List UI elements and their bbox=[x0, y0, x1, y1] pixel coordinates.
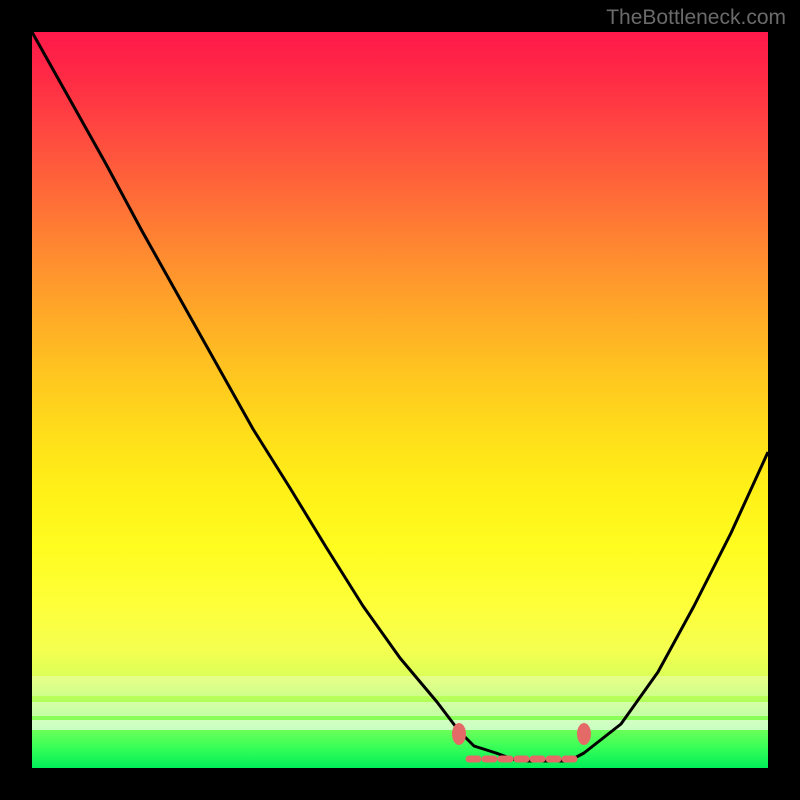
bottleneck-curve-line bbox=[32, 32, 768, 761]
chart-svg bbox=[32, 32, 768, 768]
watermark-text: TheBottleneck.com bbox=[606, 6, 786, 30]
range-start-dot bbox=[452, 723, 466, 745]
chart-plot-area bbox=[32, 32, 768, 768]
range-end-dot bbox=[577, 723, 591, 745]
